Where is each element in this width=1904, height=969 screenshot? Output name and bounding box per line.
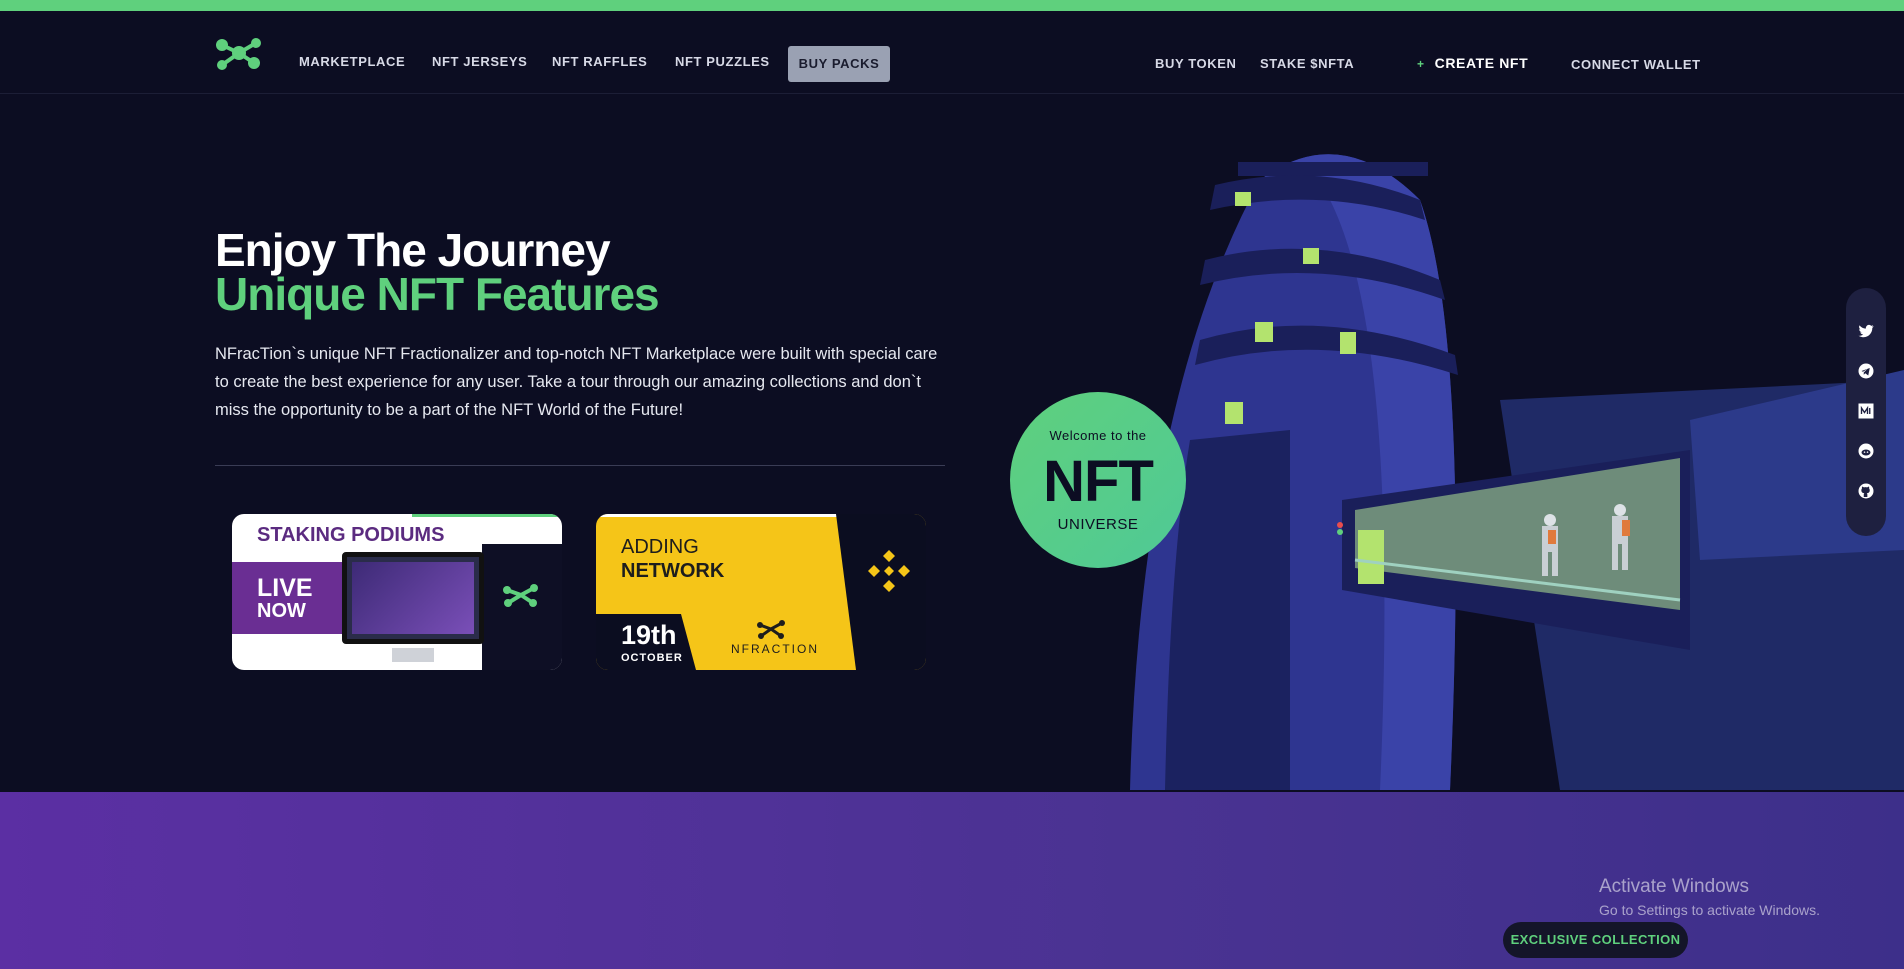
activate-subtitle: Go to Settings to activate Windows. — [1599, 902, 1820, 918]
nav-nft-raffles[interactable]: NFT RAFFLES — [552, 44, 647, 80]
date-block: 19th OCTOBER — [596, 614, 696, 670]
nft-text: NFT — [1043, 449, 1154, 514]
plus-icon: + — [1417, 57, 1425, 71]
github-icon[interactable] — [1857, 482, 1875, 500]
adding-network-banner[interactable]: ADDING NETWORK 19th OCTOBER NFRACTION — [596, 514, 926, 670]
twitter-icon[interactable] — [1857, 322, 1875, 340]
universe-text: UNIVERSE — [1057, 516, 1139, 533]
exclusive-collection-badge[interactable]: EXCLUSIVE COLLECTION — [1503, 922, 1688, 958]
medium-icon[interactable] — [1857, 402, 1875, 420]
nfraction-logo-small — [503, 584, 538, 607]
nfraction-logo[interactable] — [214, 35, 264, 71]
connect-wallet-button[interactable]: CONNECT WALLET — [1571, 47, 1701, 83]
network-label: NETWORK — [621, 560, 725, 582]
staking-podiums-banner[interactable]: STAKING PODIUMS LIVE NOW — [232, 514, 562, 670]
reddit-icon[interactable] — [1857, 442, 1875, 460]
top-accent-bar — [0, 0, 1904, 11]
nft-universe-badge: Welcome to the NFT UNIVERSE — [1010, 392, 1186, 568]
hero-title: Enjoy The Journey Unique NFT Features — [215, 227, 660, 320]
create-nft-label: CREATE NFT — [1434, 55, 1529, 71]
nav-nft-puzzles[interactable]: NFT PUZZLES — [675, 44, 770, 80]
computer-monitor-image — [342, 552, 484, 644]
staking-title: STAKING PODIUMS — [257, 524, 445, 546]
binance-icon — [868, 550, 910, 592]
activate-title: Activate Windows — [1599, 876, 1749, 897]
nfraction-wordmark: NFRACTION — [731, 642, 819, 656]
banner-accent-line — [412, 514, 562, 517]
date-day: 19th — [621, 620, 677, 650]
main-nav: MARKETPLACE NFT JERSEYS NFT RAFFLES NFT … — [0, 11, 1904, 94]
buy-packs-button[interactable]: BUY PACKS — [788, 46, 890, 82]
buy-token-link[interactable]: BUY TOKEN — [1155, 46, 1237, 82]
now-label: NOW — [257, 600, 306, 622]
social-sidebar — [1846, 288, 1886, 536]
hero-divider — [215, 465, 945, 466]
date-month: OCTOBER — [621, 652, 683, 664]
stake-link[interactable]: STAKE $NFTA — [1260, 46, 1354, 82]
nav-marketplace[interactable]: MARKETPLACE — [299, 44, 405, 80]
create-nft-button[interactable]: + CREATE NFT — [1417, 45, 1528, 81]
activate-windows-watermark: Activate Windows Go to Settings to activ… — [1599, 876, 1820, 918]
welcome-text: Welcome to the — [1049, 428, 1147, 443]
telegram-icon[interactable] — [1857, 362, 1875, 380]
nav-nft-jerseys[interactable]: NFT JERSEYS — [432, 44, 527, 80]
live-label: LIVE — [257, 574, 313, 602]
nfraction-logo-dark — [757, 620, 785, 639]
adding-label: ADDING — [621, 536, 699, 558]
hero-description: NFracTion`s unique NFT Fractionalizer an… — [215, 345, 938, 419]
monitor-stand — [392, 648, 434, 662]
hero-title-line2: Unique NFT Features — [215, 268, 660, 320]
